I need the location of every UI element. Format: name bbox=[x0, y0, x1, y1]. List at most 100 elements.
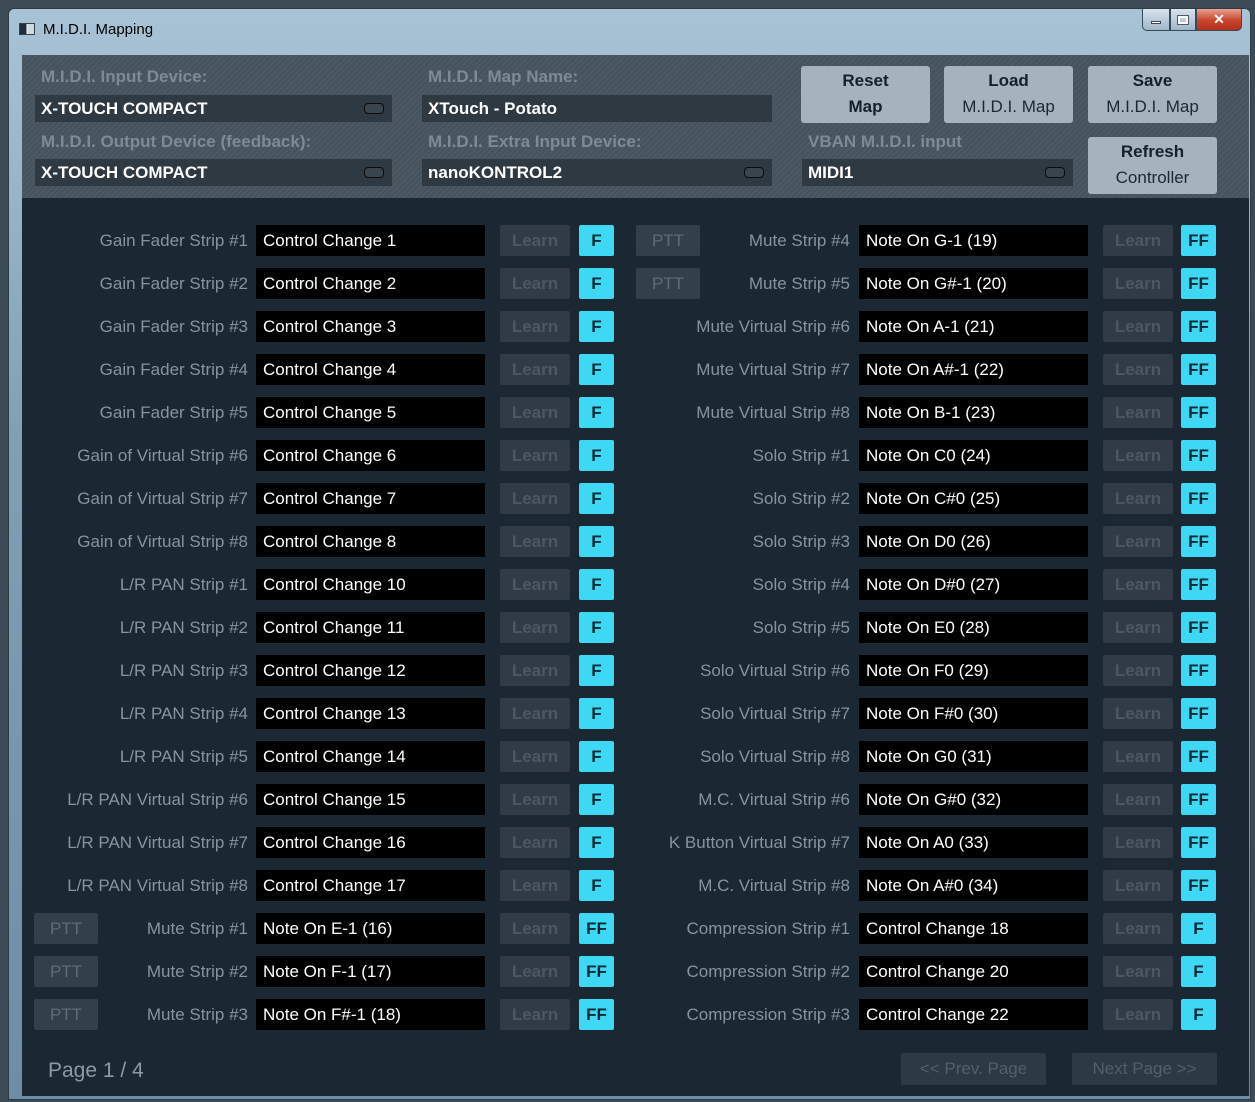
learn-button[interactable]: Learn bbox=[1103, 784, 1173, 815]
mapping-value-field[interactable]: Note On G-1 (19) bbox=[859, 225, 1088, 256]
learn-button[interactable]: Learn bbox=[500, 741, 570, 772]
feedback-toggle[interactable]: FF bbox=[1181, 354, 1216, 385]
title-bar[interactable]: M.I.D.I. Mapping ✕ bbox=[9, 9, 1250, 47]
feedback-toggle[interactable]: F bbox=[579, 225, 614, 256]
mapping-value-field[interactable]: Control Change 3 bbox=[256, 311, 485, 342]
feedback-toggle[interactable]: F bbox=[579, 612, 614, 643]
mapping-value-field[interactable]: Control Change 18 bbox=[859, 913, 1088, 944]
feedback-toggle[interactable]: FF bbox=[1181, 440, 1216, 471]
learn-button[interactable]: Learn bbox=[500, 569, 570, 600]
learn-button[interactable]: Learn bbox=[500, 268, 570, 299]
learn-button[interactable]: Learn bbox=[500, 612, 570, 643]
feedback-toggle[interactable]: FF bbox=[1181, 870, 1216, 901]
feedback-toggle[interactable]: FF bbox=[579, 999, 614, 1030]
learn-button[interactable]: Learn bbox=[1103, 827, 1173, 858]
learn-button[interactable]: Learn bbox=[1103, 397, 1173, 428]
mapping-value-field[interactable]: Note On C#0 (25) bbox=[859, 483, 1088, 514]
mapping-value-field[interactable]: Control Change 17 bbox=[256, 870, 485, 901]
feedback-toggle[interactable]: F bbox=[1181, 913, 1216, 944]
mapping-value-field[interactable]: Note On A#-1 (22) bbox=[859, 354, 1088, 385]
feedback-toggle[interactable]: FF bbox=[1181, 698, 1216, 729]
feedback-toggle[interactable]: F bbox=[579, 784, 614, 815]
learn-button[interactable]: Learn bbox=[500, 311, 570, 342]
feedback-toggle[interactable]: F bbox=[579, 870, 614, 901]
mapping-value-field[interactable]: Control Change 14 bbox=[256, 741, 485, 772]
mapping-value-field[interactable]: Note On F-1 (17) bbox=[256, 956, 485, 987]
feedback-toggle[interactable]: F bbox=[579, 741, 614, 772]
learn-button[interactable]: Learn bbox=[500, 999, 570, 1030]
feedback-toggle[interactable]: F bbox=[579, 827, 614, 858]
mapping-value-field[interactable]: Control Change 5 bbox=[256, 397, 485, 428]
mapping-value-field[interactable]: Note On D#0 (27) bbox=[859, 569, 1088, 600]
learn-button[interactable]: Learn bbox=[1103, 569, 1173, 600]
feedback-toggle[interactable]: F bbox=[579, 698, 614, 729]
next-page-button[interactable]: Next Page >> bbox=[1072, 1053, 1217, 1085]
mapping-value-field[interactable]: Control Change 1 bbox=[256, 225, 485, 256]
learn-button[interactable]: Learn bbox=[500, 483, 570, 514]
mapping-value-field[interactable]: Note On A#0 (34) bbox=[859, 870, 1088, 901]
feedback-toggle[interactable]: FF bbox=[1181, 569, 1216, 600]
learn-button[interactable]: Learn bbox=[1103, 741, 1173, 772]
feedback-toggle[interactable]: FF bbox=[1181, 397, 1216, 428]
refresh-controller-button[interactable]: Refresh Controller bbox=[1088, 137, 1217, 194]
reset-map-button[interactable]: Reset Map bbox=[801, 66, 930, 123]
feedback-toggle[interactable]: F bbox=[579, 483, 614, 514]
ptt-button[interactable]: PTT bbox=[34, 956, 98, 987]
learn-button[interactable]: Learn bbox=[500, 397, 570, 428]
learn-button[interactable]: Learn bbox=[1103, 526, 1173, 557]
mapping-value-field[interactable]: Control Change 6 bbox=[256, 440, 485, 471]
mapping-value-field[interactable]: Control Change 16 bbox=[256, 827, 485, 858]
learn-button[interactable]: Learn bbox=[1103, 655, 1173, 686]
feedback-toggle[interactable]: FF bbox=[1181, 225, 1216, 256]
learn-button[interactable]: Learn bbox=[1103, 354, 1173, 385]
ptt-button[interactable]: PTT bbox=[34, 999, 98, 1030]
minimize-button[interactable] bbox=[1142, 9, 1170, 31]
mapping-value-field[interactable]: Control Change 10 bbox=[256, 569, 485, 600]
feedback-toggle[interactable]: F bbox=[1181, 999, 1216, 1030]
mapping-value-field[interactable]: Control Change 7 bbox=[256, 483, 485, 514]
learn-button[interactable]: Learn bbox=[500, 354, 570, 385]
learn-button[interactable]: Learn bbox=[1103, 913, 1173, 944]
load-map-button[interactable]: Load M.I.D.I. Map bbox=[944, 66, 1073, 123]
mapping-value-field[interactable]: Control Change 15 bbox=[256, 784, 485, 815]
learn-button[interactable]: Learn bbox=[500, 784, 570, 815]
feedback-toggle[interactable]: F bbox=[579, 655, 614, 686]
learn-button[interactable]: Learn bbox=[500, 827, 570, 858]
feedback-toggle[interactable]: FF bbox=[1181, 655, 1216, 686]
mapping-value-field[interactable]: Control Change 4 bbox=[256, 354, 485, 385]
feedback-toggle[interactable]: FF bbox=[579, 956, 614, 987]
feedback-toggle[interactable]: F bbox=[579, 354, 614, 385]
mapping-value-field[interactable]: Note On E0 (28) bbox=[859, 612, 1088, 643]
close-button[interactable]: ✕ bbox=[1196, 9, 1242, 31]
learn-button[interactable]: Learn bbox=[500, 913, 570, 944]
mapping-value-field[interactable]: Control Change 22 bbox=[859, 999, 1088, 1030]
mapping-value-field[interactable]: Control Change 20 bbox=[859, 956, 1088, 987]
feedback-toggle[interactable]: F bbox=[1181, 956, 1216, 987]
mapping-value-field[interactable]: Note On D0 (26) bbox=[859, 526, 1088, 557]
learn-button[interactable]: Learn bbox=[500, 655, 570, 686]
mapping-value-field[interactable]: Note On F#0 (30) bbox=[859, 698, 1088, 729]
learn-button[interactable]: Learn bbox=[1103, 956, 1173, 987]
feedback-toggle[interactable]: FF bbox=[1181, 612, 1216, 643]
mapping-value-field[interactable]: Note On A-1 (21) bbox=[859, 311, 1088, 342]
learn-button[interactable]: Learn bbox=[1103, 483, 1173, 514]
mapping-value-field[interactable]: Note On F#-1 (18) bbox=[256, 999, 485, 1030]
mapping-value-field[interactable]: Control Change 12 bbox=[256, 655, 485, 686]
feedback-toggle[interactable]: FF bbox=[1181, 827, 1216, 858]
prev-page-button[interactable]: << Prev. Page bbox=[901, 1053, 1046, 1085]
save-map-button[interactable]: Save M.I.D.I. Map bbox=[1088, 66, 1217, 123]
output-device-select[interactable]: X-TOUCH COMPACT bbox=[35, 159, 392, 186]
learn-button[interactable]: Learn bbox=[500, 698, 570, 729]
ptt-button[interactable]: PTT bbox=[636, 268, 700, 299]
learn-button[interactable]: Learn bbox=[500, 526, 570, 557]
learn-button[interactable]: Learn bbox=[1103, 870, 1173, 901]
learn-button[interactable]: Learn bbox=[1103, 268, 1173, 299]
vban-input-select[interactable]: MIDI1 bbox=[802, 159, 1073, 186]
ptt-button[interactable]: PTT bbox=[34, 913, 98, 944]
learn-button[interactable]: Learn bbox=[500, 225, 570, 256]
mapping-value-field[interactable]: Control Change 2 bbox=[256, 268, 485, 299]
mapping-value-field[interactable]: Note On C0 (24) bbox=[859, 440, 1088, 471]
feedback-toggle[interactable]: FF bbox=[1181, 483, 1216, 514]
feedback-toggle[interactable]: FF bbox=[579, 913, 614, 944]
feedback-toggle[interactable]: F bbox=[579, 397, 614, 428]
